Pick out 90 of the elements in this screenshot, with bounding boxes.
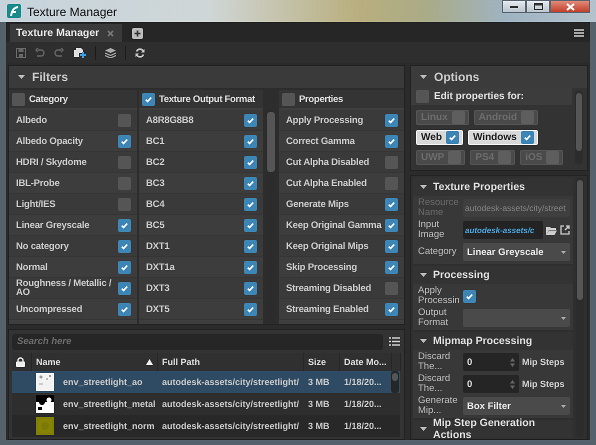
field-label: Input Image <box>418 220 446 240</box>
column-title: Properties <box>299 94 343 104</box>
filter-label: DXT3 <box>146 284 170 292</box>
section-title: Texture Properties <box>433 181 526 193</box>
filter-row[interactable]: BC4 <box>139 194 263 215</box>
table-cell-text: 3 MB <box>307 421 331 431</box>
table-cell-text: autodesk-assets/city/streetlight/ <box>161 421 300 431</box>
table-row[interactable]: env_streetlight_metal autodesk-assets/city/streetlight/ 3 MB 1/18/20... <box>12 393 400 415</box>
filter-label: Roughness / Metallic / AO <box>16 279 112 297</box>
number-field[interactable]: 0 <box>463 353 519 371</box>
filter-label: DXT5 <box>146 304 170 314</box>
text-field: autodesk-assets/city/street <box>463 199 570 217</box>
table-cell-text: 1/18/20... <box>343 421 383 431</box>
filter-label: A8R8G8B8 <box>146 116 195 124</box>
filter-label: Albedo <box>16 116 48 124</box>
tab[interactable]: Texture Manager <box>10 24 122 42</box>
filter-label: No category <box>16 242 70 250</box>
filter-label: Linear Greyscale <box>16 220 90 230</box>
filter-label: HDRI / Skydome <box>16 158 88 166</box>
filter-row[interactable]: Keep Original Mips <box>279 236 404 257</box>
number-field[interactable]: 0 <box>463 375 519 393</box>
platform-toggle[interactable]: Web <box>416 130 463 145</box>
filter-label: BC4 <box>146 200 166 208</box>
filter-label: DXT1 <box>146 242 170 250</box>
field-label: Discard The... <box>418 352 452 372</box>
filter-label: BC1 <box>146 136 166 146</box>
filter-label: Apply Processing <box>286 116 364 124</box>
table-cell: env_streetlight_norm <box>63 421 155 431</box>
filter-label: Skip Processing <box>286 262 358 272</box>
table-cell: env_streetlight_ao <box>63 377 143 387</box>
table-cell-text: autodesk-assets/city/streetlight/ <box>161 377 300 387</box>
table-row[interactable]: env_streetlight_norm autodesk-assets/city/streetlight/ 3 MB 1/18/20... <box>12 415 400 437</box>
field-label: Output Format <box>418 308 450 328</box>
field-label: Discard The... <box>418 374 452 394</box>
filter-label: Keep Original Gamma <box>286 220 383 230</box>
search-field[interactable]: Search here <box>12 334 383 350</box>
panel-title: Filters <box>32 70 68 84</box>
table-cell-text: 3 MB <box>307 399 331 409</box>
column-title: Category <box>29 94 68 104</box>
table-cell-text: autodesk-assets/city/streetlight/ <box>161 399 300 409</box>
filter-label: IBL-Probe <box>16 178 61 188</box>
filter-row[interactable]: Generate Mips <box>279 194 404 215</box>
filter-row[interactable]: HDRI / Skydome <box>9 152 137 173</box>
filter-label: Light/IES <box>16 200 56 208</box>
table-cell-text: 1/18/20... <box>343 377 383 387</box>
column-title: Texture Output Format <box>159 94 255 104</box>
platform-toggle[interactable]: Windows <box>468 130 538 145</box>
filter-label: Cut Alpha Disabled <box>286 158 370 166</box>
field-label: Apply Processin <box>418 286 460 306</box>
filter-label: Streaming Enabled <box>286 304 370 314</box>
filter-label: BC5 <box>146 220 166 230</box>
filter-label: Albedo Opacity <box>16 136 84 146</box>
filter-row[interactable]: Apply Processing <box>279 110 404 131</box>
filter-label: DXT1a <box>146 262 176 272</box>
filter-row[interactable]: Cut Alpha Disabled <box>279 152 404 173</box>
filter-row[interactable]: BC2 <box>139 152 263 173</box>
filter-label: Streaming Disabled <box>286 284 372 292</box>
filter-label: Cut Alpha Enabled <box>286 178 368 188</box>
filter-label: Correct Gamma <box>286 136 356 146</box>
section-title: Mip Step Generation Actions <box>433 417 536 439</box>
filter-label: BC3 <box>146 178 166 188</box>
filter-row[interactable]: Light/IES <box>9 194 137 215</box>
dropdown[interactable]: Box Filter <box>463 397 570 415</box>
edit-properties-label: Edit properties for: <box>434 91 524 102</box>
field-label: Generate Mip... <box>418 396 459 416</box>
filter-row[interactable]: DXT3 <box>139 278 263 299</box>
unit-label: Mip Steps <box>522 357 565 367</box>
panel-title: Options <box>434 70 480 84</box>
section-title: Mipmap Processing <box>433 335 532 347</box>
filter-label: Keep Original Mips <box>286 242 370 250</box>
filter-row[interactable]: Streaming Disabled <box>279 278 404 299</box>
field-label: Category <box>418 247 458 257</box>
table-cell-text: 1/18/20... <box>343 399 383 409</box>
filter-row[interactable]: Albedo <box>9 110 137 131</box>
table-cell-text: 3 MB <box>307 377 331 387</box>
filter-label: BC2 <box>146 158 166 166</box>
filter-row[interactable]: Roughness / Metallic / AO <box>9 278 137 299</box>
filter-row[interactable]: DXT1 <box>139 236 263 257</box>
dropdown[interactable]: Linear Greyscale <box>463 243 570 261</box>
filter-label: Generate Mips <box>286 200 350 208</box>
table-cell: env_streetlight_metal <box>63 399 156 409</box>
unit-label: Mip Steps <box>522 379 565 389</box>
window-title: Texture Manager <box>27 5 118 19</box>
filter-label: Uncompressed <box>16 304 84 314</box>
section-title: Processing <box>433 269 490 281</box>
filter-row[interactable]: A8R8G8B8 <box>139 110 263 131</box>
file-path-field[interactable]: autodesk-assets/c <box>463 221 543 239</box>
filter-label: Normal <box>16 262 49 272</box>
filter-row[interactable]: No category <box>9 236 137 257</box>
table-row[interactable]: env_streetlight_ao autodesk-assets/city/streetlight/ 3 MB 1/18/20... <box>12 371 400 393</box>
